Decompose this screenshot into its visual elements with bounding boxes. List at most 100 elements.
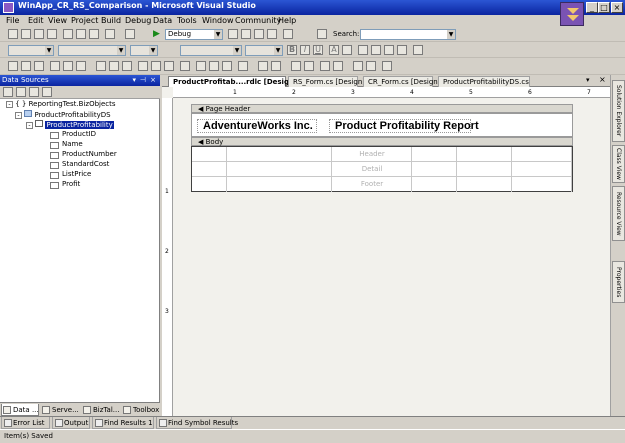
maximize-button[interactable]: □: [598, 2, 610, 13]
edit-dataset-icon[interactable]: [16, 87, 26, 97]
add-item-icon[interactable]: [21, 29, 31, 39]
background-color-icon[interactable]: [342, 45, 352, 55]
h-spacing-remove-icon[interactable]: [180, 61, 190, 71]
solution-explorer-icon[interactable]: [241, 29, 251, 39]
tab-order-icon[interactable]: [382, 61, 392, 71]
style-select[interactable]: ▼: [8, 45, 54, 56]
table-cell[interactable]: [457, 162, 512, 177]
app-icon[interactable]: [3, 2, 14, 13]
menu-community[interactable]: Community: [235, 16, 281, 25]
collapse-icon[interactable]: -: [26, 122, 33, 129]
tab-list-icon[interactable]: ▾: [586, 76, 590, 84]
menu-tools[interactable]: Tools: [177, 16, 197, 25]
tree-root[interactable]: - { } ReportingTest.BizObjects: [6, 100, 116, 109]
collapse-icon[interactable]: -: [6, 101, 13, 108]
bold-icon[interactable]: B: [287, 45, 297, 55]
center-horizontally-icon[interactable]: [258, 61, 268, 71]
tab-error-list[interactable]: Error List: [1, 417, 50, 429]
chevron-down-icon[interactable]: ▼: [117, 46, 125, 55]
tree-field[interactable]: ProductID: [62, 130, 96, 139]
outdent-icon[interactable]: [366, 61, 376, 71]
font-color-icon[interactable]: A: [329, 45, 339, 55]
tab-resource-view[interactable]: Resource View: [612, 186, 625, 241]
align-middles-icon[interactable]: [63, 61, 73, 71]
underline-icon[interactable]: U: [313, 45, 323, 55]
body-bar[interactable]: ◀ Body: [191, 137, 573, 146]
tree-field[interactable]: ListPrice: [62, 170, 91, 179]
chevron-down-icon[interactable]: ▼: [447, 30, 455, 39]
snap-icon[interactable]: [333, 61, 343, 71]
paste-icon[interactable]: [89, 29, 99, 39]
properties-icon[interactable]: [254, 29, 264, 39]
minimize-button[interactable]: _: [586, 2, 598, 13]
collapse-icon[interactable]: -: [15, 112, 22, 119]
tree-field[interactable]: Name: [62, 140, 83, 149]
send-to-back-icon[interactable]: [304, 61, 314, 71]
align-right-icon[interactable]: [384, 45, 394, 55]
object-browser-icon[interactable]: [267, 29, 277, 39]
same-size-icon[interactable]: [122, 61, 132, 71]
h-spacing-decrease-icon[interactable]: [164, 61, 174, 71]
tab-properties[interactable]: Properties: [612, 261, 625, 303]
align-lefts-icon[interactable]: [8, 61, 18, 71]
v-spacing-equal-icon[interactable]: [196, 61, 206, 71]
chevron-down-icon[interactable]: ▼: [214, 30, 222, 39]
font-family-select[interactable]: ▼: [58, 45, 126, 56]
chevron-down-icon[interactable]: ▼: [45, 46, 53, 55]
menu-help[interactable]: Help: [278, 16, 296, 25]
tree-table[interactable]: - ProductProfitability: [26, 120, 114, 130]
align-center-icon[interactable]: [371, 45, 381, 55]
menu-view[interactable]: View: [48, 16, 67, 25]
menu-file[interactable]: File: [6, 16, 19, 25]
tab-data-sources[interactable]: Data ...: [1, 404, 39, 416]
list-icon[interactable]: [413, 45, 423, 55]
close-button[interactable]: ×: [611, 2, 623, 13]
pin-icon[interactable]: ⊣: [140, 75, 146, 86]
menu-debug[interactable]: Debug: [125, 16, 151, 25]
center-vertically-icon[interactable]: [271, 61, 281, 71]
find-in-files-icon[interactable]: [228, 29, 238, 39]
border-width-select[interactable]: ▼: [245, 45, 283, 56]
start-debug-icon[interactable]: ▶: [153, 29, 163, 39]
italic-icon[interactable]: I: [300, 45, 310, 55]
solution-config-select[interactable]: Debug ▼: [165, 29, 223, 40]
table-cell[interactable]: [192, 162, 227, 177]
tree-field[interactable]: StandardCost: [62, 160, 109, 169]
add-data-source-icon[interactable]: [3, 87, 13, 97]
tab-rs-form-design[interactable]: RS_Form.cs [Design]: [288, 76, 365, 87]
save-icon[interactable]: [34, 29, 44, 39]
cut-icon[interactable]: [63, 29, 73, 39]
chevron-down-icon[interactable]: ▼: [233, 46, 241, 55]
copy-icon[interactable]: [76, 29, 86, 39]
page-header-area[interactable]: AdventureWorks Inc. Product Profitabilit…: [191, 113, 573, 137]
font-size-select[interactable]: ▼: [130, 45, 158, 56]
undo-icon[interactable]: [105, 29, 115, 39]
h-spacing-equal-icon[interactable]: [138, 61, 148, 71]
table-cell[interactable]: [457, 147, 512, 162]
tree-field[interactable]: ProductNumber: [62, 150, 117, 159]
tab-find-symbol-results[interactable]: Find Symbol Results: [156, 417, 238, 429]
tree-dataset[interactable]: - ProductProfitabilityDS: [15, 110, 111, 120]
search-icon[interactable]: [317, 29, 327, 39]
table-cell[interactable]: [457, 177, 512, 192]
border-style-select[interactable]: ▼: [180, 45, 242, 56]
grid-icon[interactable]: [320, 61, 330, 71]
tab-biztalk[interactable]: BizTal...: [82, 404, 120, 416]
align-rights-icon[interactable]: [34, 61, 44, 71]
table-cell[interactable]: [192, 147, 227, 162]
page-header-bar[interactable]: ◀ Page Header: [191, 104, 573, 113]
report-title-textbox[interactable]: Product Profitability Report: [329, 119, 479, 133]
chevron-down-icon[interactable]: ▼: [149, 46, 157, 55]
justify-icon[interactable]: [397, 45, 407, 55]
menu-data[interactable]: Data: [153, 16, 172, 25]
table-cell[interactable]: [512, 177, 572, 192]
close-icon[interactable]: ×: [150, 75, 156, 86]
table-cell[interactable]: [192, 177, 227, 192]
tab-class-view[interactable]: Class View: [612, 145, 625, 183]
menu-edit[interactable]: Edit: [28, 16, 44, 25]
same-height-icon[interactable]: [109, 61, 119, 71]
v-spacing-remove-icon[interactable]: [238, 61, 248, 71]
h-spacing-increase-icon[interactable]: [151, 61, 161, 71]
tree-field[interactable]: Profit: [62, 180, 80, 189]
tab-cr-form-design[interactable]: CR_Form.cs [Design]: [363, 76, 440, 87]
